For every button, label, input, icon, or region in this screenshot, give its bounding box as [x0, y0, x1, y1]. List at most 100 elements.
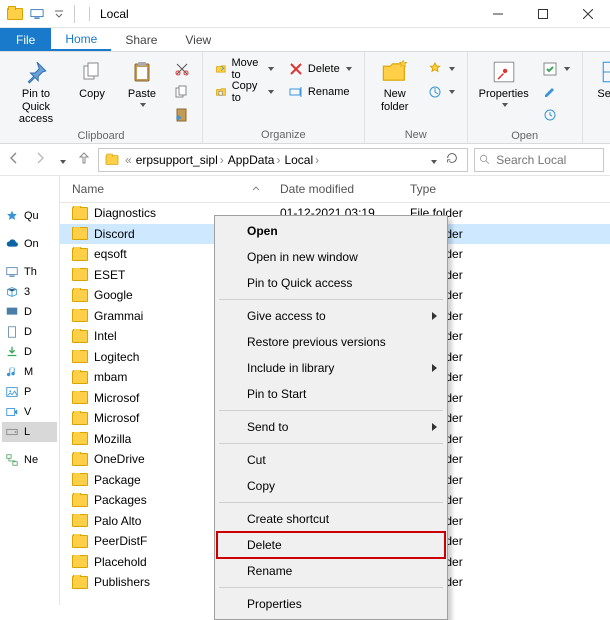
ctx-open[interactable]: Open — [217, 218, 445, 244]
properties-button[interactable]: Properties — [474, 56, 534, 109]
ctx-separator — [219, 443, 443, 444]
copy-to-button[interactable]: Copy to — [213, 81, 276, 103]
clipboard-icon — [127, 58, 157, 86]
back-button[interactable] — [6, 150, 22, 169]
file-name: Publishers — [94, 575, 150, 589]
ctx-label: Open — [247, 224, 278, 238]
file-tab[interactable]: File — [0, 28, 51, 51]
pc-icon — [4, 264, 20, 280]
sidebar-item-label: Ne — [24, 454, 38, 466]
search-input[interactable] — [494, 152, 599, 168]
folder-icon — [72, 473, 88, 486]
new-item-button[interactable] — [425, 58, 457, 80]
sidebar-item-1[interactable]: On — [2, 234, 57, 254]
paste-button[interactable]: Paste — [118, 56, 166, 109]
sidebar-item-3[interactable]: 3 — [2, 282, 57, 302]
ctx-properties[interactable]: Properties — [217, 591, 445, 617]
up-button[interactable] — [76, 150, 92, 169]
maximize-button[interactable] — [520, 0, 565, 28]
sidebar-item-7[interactable]: M — [2, 362, 57, 382]
chevron-right-icon — [432, 312, 437, 320]
properties-icon — [489, 58, 519, 86]
context-menu: Open Open in new window Pin to Quick acces… — [214, 215, 448, 620]
ctx-include-in-library[interactable]: Include in library — [217, 355, 445, 381]
cut-button[interactable] — [172, 58, 192, 80]
ctx-pin-to-start[interactable]: Pin to Start — [217, 381, 445, 407]
sidebar-item-8[interactable]: P — [2, 382, 57, 402]
file-name: Google — [94, 288, 133, 302]
rename-button[interactable]: Rename — [286, 81, 354, 103]
address-bar[interactable]: « erpsupport_sipl › AppData › Local › — [98, 148, 468, 172]
ctx-give-access-to[interactable]: Give access to — [217, 303, 445, 329]
col-name[interactable]: Name — [60, 176, 268, 202]
sidebar-item-label: D — [24, 326, 32, 338]
sidebar-item-4[interactable]: D — [2, 302, 57, 322]
pin-to-quick-access-button[interactable]: Pin to Quick access — [6, 56, 66, 128]
ctx-pin-to-quick-access[interactable]: Pin to Quick access — [217, 270, 445, 296]
sidebar-item-11[interactable]: Ne — [2, 450, 57, 470]
copy-to-label: Copy to — [232, 80, 262, 104]
ctx-rename[interactable]: Rename — [217, 558, 445, 584]
col-date[interactable]: Date modified — [268, 176, 398, 202]
paste-shortcut-button[interactable] — [172, 104, 192, 126]
refresh-button[interactable] — [445, 151, 459, 168]
crumb-1[interactable]: AppData › — [228, 153, 281, 167]
crumb-2[interactable]: Local › — [284, 153, 319, 167]
ctx-label: Create shortcut — [247, 512, 329, 526]
forward-button[interactable] — [32, 150, 48, 169]
close-button[interactable] — [565, 0, 610, 28]
select-icon — [598, 58, 610, 86]
ctx-send-to[interactable]: Send to — [217, 414, 445, 440]
ctx-copy[interactable]: Copy — [217, 473, 445, 499]
ctx-cut[interactable]: Cut — [217, 447, 445, 473]
sidebar-item-6[interactable]: D — [2, 342, 57, 362]
group-label-new: New — [371, 127, 461, 141]
addr-dropdown[interactable] — [429, 153, 437, 167]
delete-button[interactable]: Delete — [286, 58, 354, 80]
nav-sidebar: QuOnTh3DDDMPVLNe — [0, 176, 60, 605]
sidebar-item-10[interactable]: L — [2, 422, 57, 442]
tab-home[interactable]: Home — [51, 28, 111, 51]
ctx-delete[interactable]: Delete — [217, 532, 445, 558]
sidebar-item-2[interactable]: Th — [2, 262, 57, 282]
edit-button[interactable] — [540, 81, 572, 103]
rename-label: Rename — [308, 86, 350, 98]
computer-icon — [28, 5, 46, 23]
crumb-0[interactable]: erpsupport_sipl › — [136, 153, 224, 167]
cube-icon — [4, 284, 20, 300]
move-to-button[interactable]: Move to — [213, 58, 276, 80]
ctx-open-in-new-window[interactable]: Open in new window — [217, 244, 445, 270]
chevron-down-icon — [140, 103, 146, 107]
ctx-label: Delete — [247, 538, 282, 552]
qat-overflow-icon[interactable] — [50, 5, 68, 23]
col-type[interactable]: Type — [398, 176, 498, 202]
net-icon — [4, 452, 20, 468]
ctx-create-shortcut[interactable]: Create shortcut — [217, 506, 445, 532]
ctx-label: Open in new window — [247, 250, 358, 264]
ctx-restore-previous-versions[interactable]: Restore previous versions — [217, 329, 445, 355]
main: QuOnTh3DDDMPVLNe Name Date modified Type… — [0, 176, 610, 605]
sidebar-item-5[interactable]: D — [2, 322, 57, 342]
open-dropdown-button[interactable] — [540, 58, 572, 80]
history-button[interactable] — [540, 104, 572, 126]
copy-path-button[interactable] — [172, 81, 192, 103]
file-name: ESET — [94, 268, 125, 282]
sidebar-item-0[interactable]: Qu — [2, 206, 57, 226]
new-folder-button[interactable]: New folder — [371, 56, 419, 115]
tab-view[interactable]: View — [171, 28, 225, 51]
recent-dropdown[interactable] — [58, 153, 66, 167]
search-box[interactable] — [474, 148, 604, 172]
folder-icon — [72, 432, 88, 445]
easy-access-button[interactable] — [425, 81, 457, 103]
sidebar-item-9[interactable]: V — [2, 402, 57, 422]
tab-share[interactable]: Share — [111, 28, 171, 51]
copy-button[interactable]: Copy — [68, 56, 116, 103]
star-icon — [4, 208, 20, 224]
folder-icon — [72, 330, 88, 343]
select-button[interactable]: Select — [589, 56, 610, 109]
pin-icon — [21, 58, 51, 86]
ribbon-group-open: Properties Open — [468, 52, 583, 143]
folder-icon — [6, 5, 24, 23]
separator — [74, 5, 75, 23]
minimize-button[interactable] — [475, 0, 520, 28]
